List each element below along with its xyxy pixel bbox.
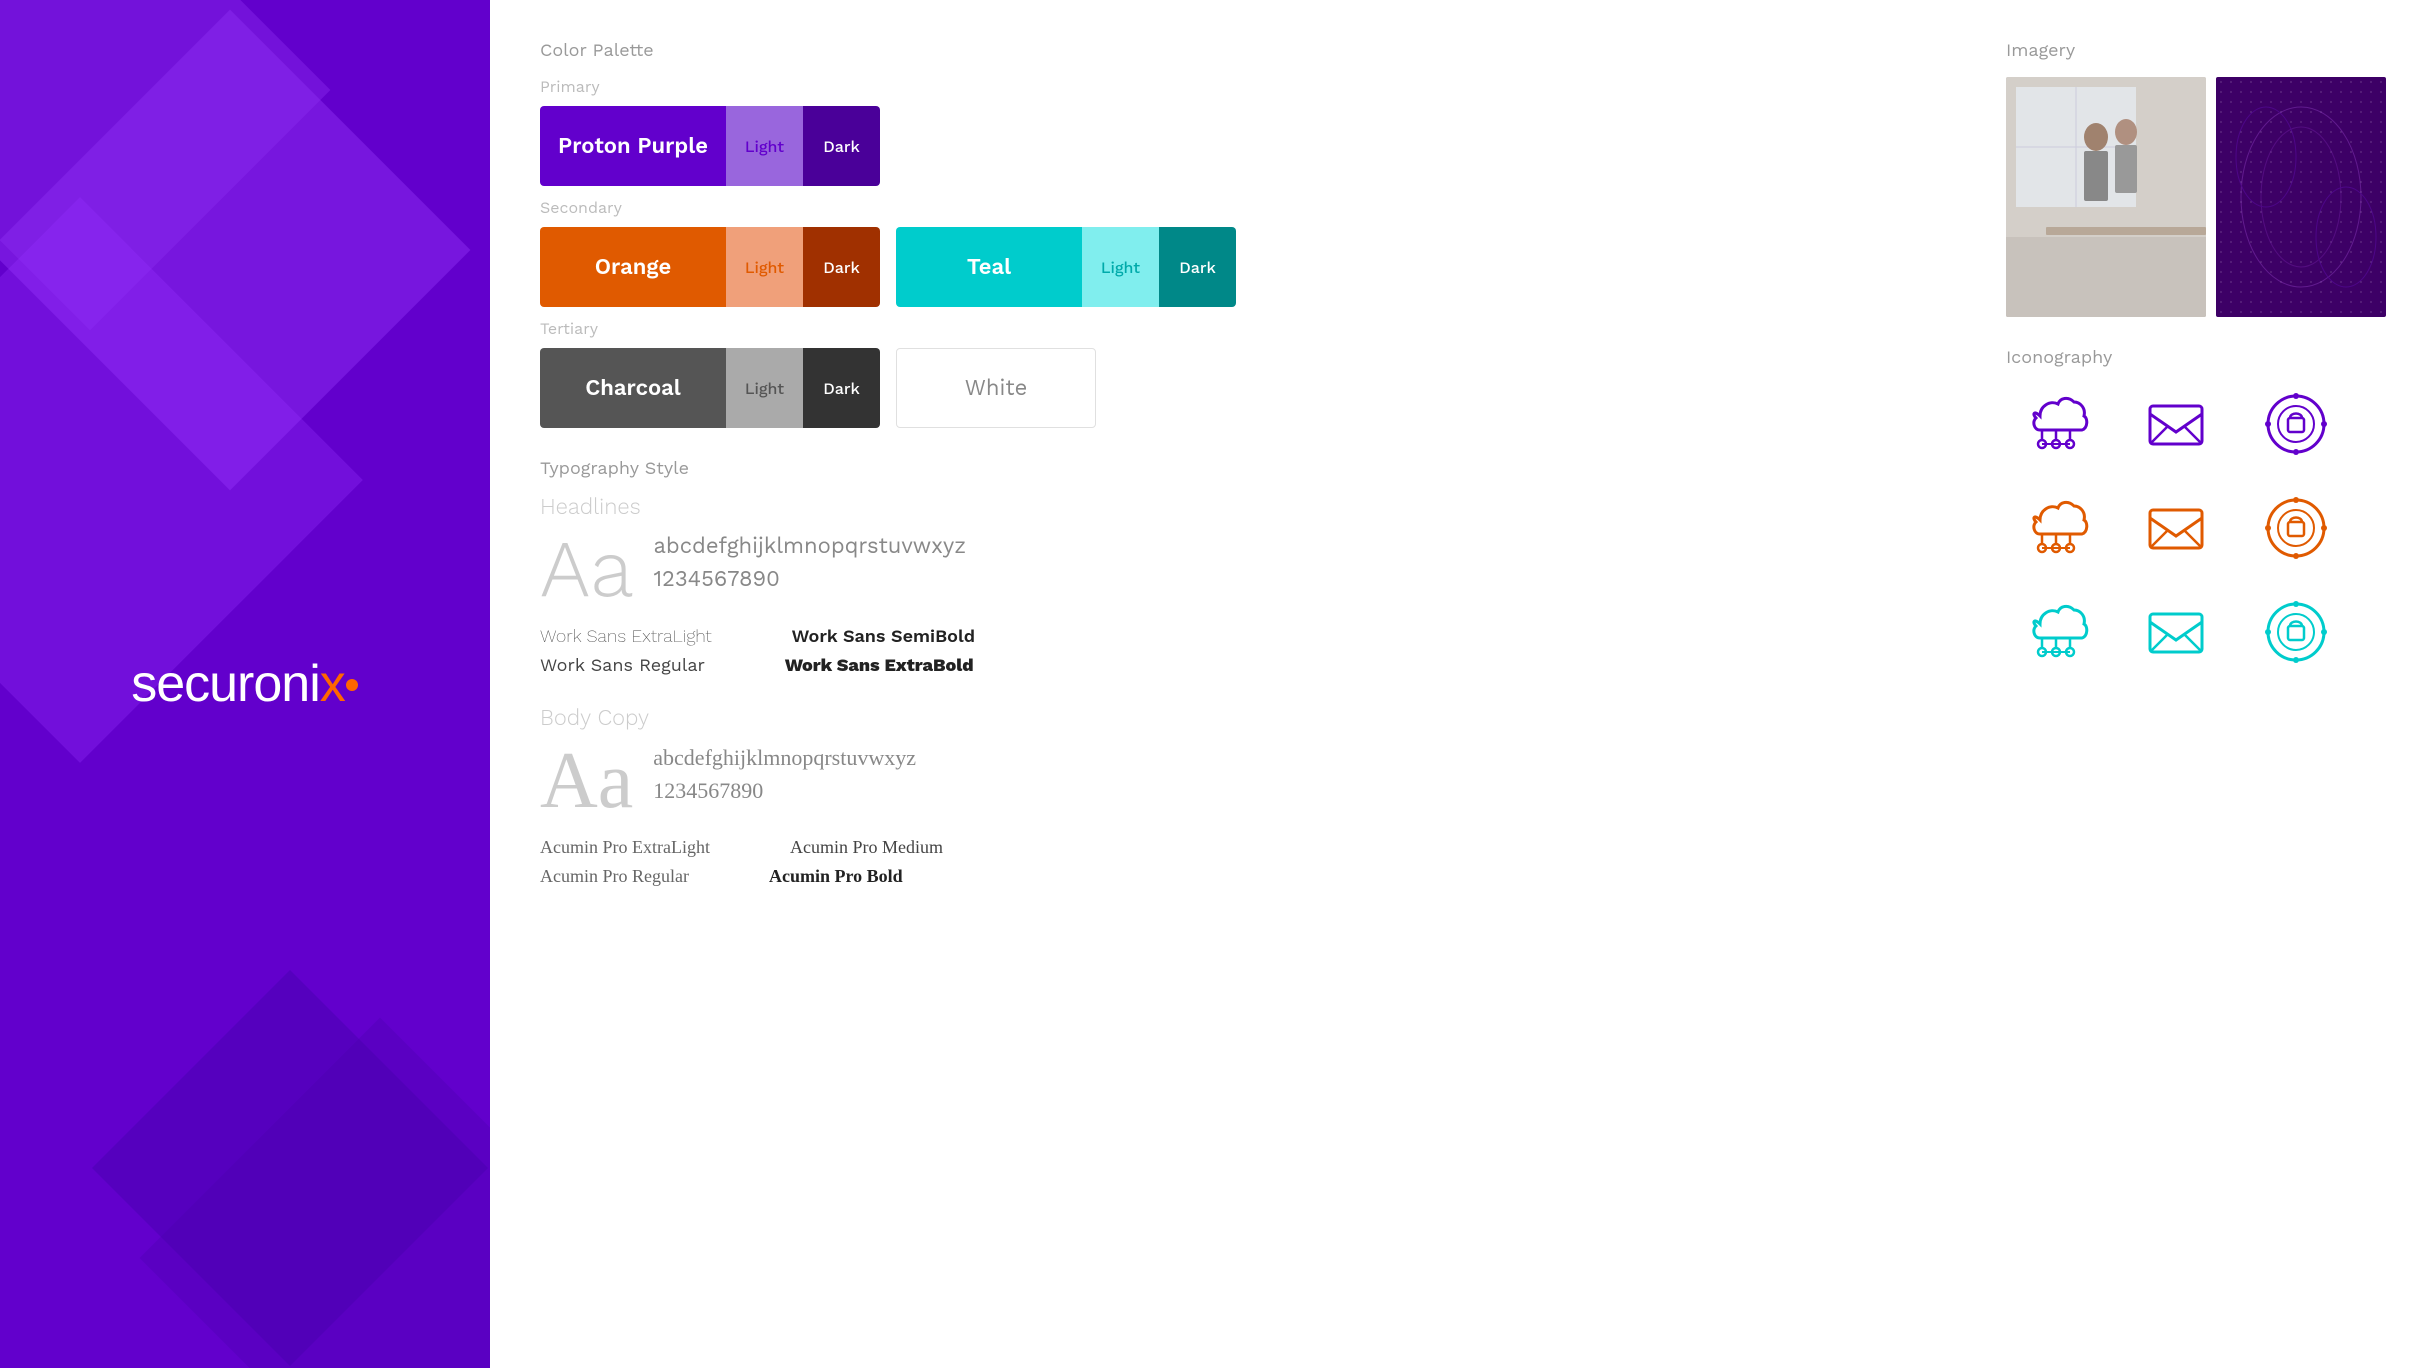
primary-row: Proton Purple Light Dark — [540, 106, 1946, 186]
body-copy-chars: abcdefghijklmnopqrstuvwxyz 1234567890 — [653, 741, 916, 807]
email-purple-icon — [2126, 384, 2226, 464]
teal-main: Teal — [896, 227, 1082, 307]
left-content: Color Palette Primary Proton Purple Ligh… — [540, 40, 1946, 1123]
proton-purple-dark: Dark — [803, 106, 880, 186]
acumin-medium: Acumin Pro Medium — [790, 837, 943, 858]
right-content: Imagery — [2006, 40, 2386, 1123]
work-sans-regular: Work Sans Regular — [540, 655, 705, 676]
orange-dark: Dark — [803, 227, 880, 307]
email-orange-icon — [2126, 488, 2226, 568]
cloud-network-purple-icon — [2006, 384, 2106, 464]
typography-section: Typography Style Headlines Aa abcdefghij… — [540, 458, 1946, 887]
proton-purple-light: Light — [726, 106, 803, 186]
color-palette-label: Color Palette — [540, 40, 1946, 61]
images-row — [2006, 77, 2386, 317]
body-copy-sample: Aa abcdefghijklmnopqrstuvwxyz 1234567890 — [540, 741, 1946, 821]
lock-ring-purple-icon — [2246, 384, 2346, 464]
teal-light: Light — [1082, 227, 1159, 307]
office-image — [2006, 77, 2206, 317]
logo-dot — [346, 679, 358, 691]
secondary-label: Secondary — [540, 198, 1946, 217]
headlines-label: Headlines — [540, 495, 1946, 520]
charcoal-swatch: Charcoal Light Dark — [540, 348, 880, 428]
orange-swatch: Orange Light Dark — [540, 227, 880, 307]
color-palette-section: Color Palette Primary Proton Purple Ligh… — [540, 40, 1946, 428]
logo-x: x — [320, 655, 345, 713]
charcoal-light: Light — [726, 348, 803, 428]
body-copy-label: Body Copy — [540, 706, 1946, 731]
work-sans-extralight: Work Sans ExtraLight — [540, 626, 712, 647]
charcoal-dark: Dark — [803, 348, 880, 428]
headlines-big-aa: Aa — [540, 530, 633, 610]
acumin-extralight: Acumin Pro ExtraLight — [540, 837, 710, 858]
body-copy-names: Acumin Pro ExtraLight Acumin Pro Medium … — [540, 837, 1946, 887]
body-copy-name-row-2: Acumin Pro Regular Acumin Pro Bold — [540, 866, 1946, 887]
iconography-label: Iconography — [2006, 347, 2386, 368]
iconography-section: Iconography — [2006, 347, 2386, 672]
acumin-regular: Acumin Pro Regular — [540, 866, 689, 887]
tertiary-label: Tertiary — [540, 319, 1946, 338]
teal-dark: Dark — [1159, 227, 1236, 307]
headlines-group: Headlines Aa abcdefghijklmnopqrstuvwxyz … — [540, 495, 1946, 676]
imagery-label: Imagery — [2006, 40, 2386, 61]
email-teal-icon — [2126, 592, 2226, 672]
proton-purple-main: Proton Purple — [540, 106, 726, 186]
logo: securonix — [131, 654, 359, 714]
cloud-network-teal-icon — [2006, 592, 2106, 672]
work-sans-extrabold: Work Sans ExtraBold — [785, 655, 974, 676]
proton-purple-swatch: Proton Purple Light Dark — [540, 106, 880, 186]
white-swatch: White — [896, 348, 1096, 428]
orange-main: Orange — [540, 227, 726, 307]
right-panel: Color Palette Primary Proton Purple Ligh… — [490, 0, 2436, 1368]
imagery-section: Imagery — [2006, 40, 2386, 317]
headlines-chars: abcdefghijklmnopqrstuvwxyz 1234567890 — [653, 530, 966, 596]
left-panel: securonix — [0, 0, 490, 1368]
headlines-sample: Aa abcdefghijklmnopqrstuvwxyz 1234567890 — [540, 530, 1946, 610]
typography-label: Typography Style — [540, 458, 1946, 479]
orange-light: Light — [726, 227, 803, 307]
body-copy-name-row-1: Acumin Pro ExtraLight Acumin Pro Medium — [540, 837, 1946, 858]
headlines-name-row-2: Work Sans Regular Work Sans ExtraBold — [540, 655, 1946, 676]
primary-label: Primary — [540, 77, 1946, 96]
acumin-bold: Acumin Pro Bold — [769, 866, 903, 887]
lock-ring-teal-icon — [2246, 592, 2346, 672]
purple-pattern-image — [2216, 77, 2386, 317]
body-copy-group: Body Copy Aa abcdefghijklmnopqrstuvwxyz … — [540, 706, 1946, 887]
lock-ring-orange-icon — [2246, 488, 2346, 568]
headlines-names: Work Sans ExtraLight Work Sans SemiBold … — [540, 626, 1946, 676]
secondary-row: Orange Light Dark Teal Light — [540, 227, 1946, 307]
teal-swatch: Teal Light Dark — [896, 227, 1236, 307]
logo-area: securonix — [131, 654, 359, 714]
icon-grid — [2006, 384, 2386, 672]
work-sans-semibold: Work Sans SemiBold — [792, 626, 975, 647]
tertiary-row: Charcoal Light Dark White — [540, 348, 1946, 428]
body-copy-big-aa: Aa — [540, 741, 633, 821]
charcoal-main: Charcoal — [540, 348, 726, 428]
cloud-network-orange-icon — [2006, 488, 2106, 568]
headlines-name-row-1: Work Sans ExtraLight Work Sans SemiBold — [540, 626, 1946, 647]
